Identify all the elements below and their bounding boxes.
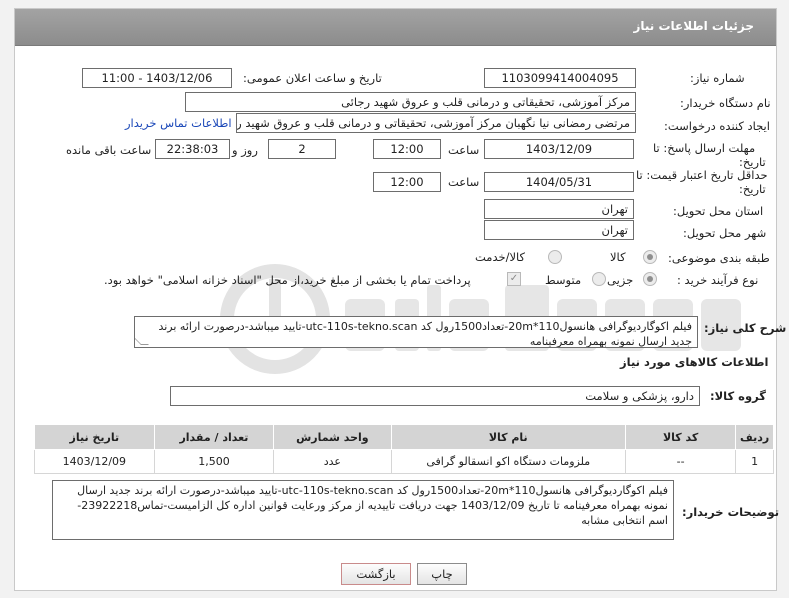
- process-label: نوع فرآیند خرید :: [677, 273, 759, 287]
- summary-textarea: فیلم اکوگاردیوگرافی هانسول110*20m-تعداد1…: [134, 316, 698, 348]
- row-code: --: [625, 449, 737, 474]
- need-number-label: شماره نیاز:: [690, 71, 745, 85]
- deadline-label: مهلت ارسال پاسخ: تا: [653, 141, 756, 155]
- category-radio-goods-service[interactable]: [548, 250, 562, 264]
- process-radio-minor[interactable]: [643, 272, 657, 286]
- buyer-notes-textarea: فیلم اکوگاردیوگرافی هانسول110*20m-تعداد1…: [52, 480, 674, 540]
- process-option-minor: جزیی: [607, 273, 634, 287]
- table-row: 1 -- ملزومات دستگاه اکو انسقالو گرافی عد…: [34, 449, 774, 474]
- deadline-label-date: تاریخ:: [739, 155, 766, 169]
- category-option-goods: کالا: [610, 250, 626, 264]
- province-label: استان محل تحویل:: [673, 204, 764, 218]
- category-radio-goods[interactable]: [643, 250, 657, 264]
- announce-field: 1403/12/06 - 11:00: [82, 68, 232, 88]
- row-index: 1: [735, 449, 774, 474]
- days-word: روز و: [232, 143, 258, 157]
- print-button[interactable]: چاپ: [417, 563, 467, 585]
- goods-section-title: اطلاعات کالاهای مورد نیاز: [620, 355, 769, 369]
- panel-title: جزئیات اطلاعات نیاز: [633, 19, 754, 33]
- summary-text: فیلم اکوگاردیوگرافی هانسول110*20m-تعداد1…: [158, 320, 692, 348]
- buyer-notes-text: فیلم اکوگاردیوگرافی هانسول110*20m-تعداد1…: [77, 484, 668, 527]
- row-qty: 1,500: [153, 449, 275, 474]
- col-index: ردیف: [735, 424, 774, 450]
- contact-info-link[interactable]: اطلاعات تماس خریدار: [125, 116, 232, 130]
- col-unit: واحد شمارش: [273, 424, 392, 450]
- row-unit: عدد: [273, 449, 392, 474]
- col-code: کد کالا: [625, 424, 737, 450]
- remaining-time-field: 22:38:03: [155, 139, 230, 159]
- deadline-date-field: 1403/12/09: [484, 139, 634, 159]
- validity-time-field: 12:00: [373, 172, 441, 192]
- summary-label: شرح کلی نیاز:: [704, 321, 787, 335]
- deadline-time-word: ساعت: [448, 143, 480, 157]
- goods-group-label: گروه کالا:: [710, 389, 766, 403]
- buyer-notes-label: توضیحات خریدار:: [682, 505, 780, 519]
- buyer-org-field: مرکز آموزشی، تحقیقاتی و درمانی قلب و عرو…: [185, 92, 636, 112]
- buyer-org-label: نام دستگاه خریدار:: [680, 96, 771, 110]
- treasury-checkbox[interactable]: ✓: [507, 272, 521, 286]
- col-date: تاریخ نیاز: [34, 424, 155, 450]
- category-label: طبقه بندی موضوعی:: [668, 251, 770, 265]
- items-table: ردیف کد کالا نام کالا واحد شمارش تعداد /…: [34, 424, 774, 474]
- days-field: 2: [268, 139, 336, 159]
- process-option-medium: متوسط: [545, 273, 582, 287]
- payment-note: پرداخت تمام یا بخشی از مبلغ خرید،از محل …: [104, 273, 471, 287]
- items-table-header: ردیف کد کالا نام کالا واحد شمارش تعداد /…: [34, 424, 774, 450]
- need-number-field: 1103099414004095: [484, 68, 636, 88]
- validity-date-field: 1404/05/31: [484, 172, 634, 192]
- category-option-goods-service: کالا/خدمت: [475, 250, 526, 264]
- announce-label: تاریخ و ساعت اعلان عمومی:: [243, 71, 382, 85]
- remaining-word: ساعت باقی مانده: [66, 143, 152, 157]
- panel-header: جزئیات اطلاعات نیاز: [15, 9, 776, 46]
- requester-label: ایجاد کننده درخواست:: [664, 119, 770, 133]
- requester-field: مرتضی رمضانی نیا نگهبان مرکز آموزشی، تحق…: [236, 113, 636, 133]
- process-radio-medium[interactable]: [592, 272, 606, 286]
- back-button[interactable]: بازگشت: [341, 563, 411, 585]
- city-field: تهران: [484, 220, 634, 240]
- city-label: شهر محل تحویل:: [683, 226, 767, 240]
- goods-group-field: دارو، پزشکی و سلامت: [170, 386, 700, 406]
- resize-grip-icon[interactable]: [135, 337, 149, 345]
- col-name: نام کالا: [390, 424, 627, 450]
- province-field: تهران: [484, 199, 634, 219]
- validity-label-date: تاریخ:: [739, 182, 766, 196]
- validity-label: حداقل تاریخ اعتبار قیمت: تا: [636, 168, 768, 182]
- row-date: 1403/12/09: [34, 449, 155, 474]
- row-name: ملزومات دستگاه اکو انسقالو گرافی: [390, 449, 627, 474]
- deadline-time-field: 12:00: [373, 139, 441, 159]
- col-qty: تعداد / مقدار: [153, 424, 275, 450]
- validity-time-word: ساعت: [448, 175, 480, 189]
